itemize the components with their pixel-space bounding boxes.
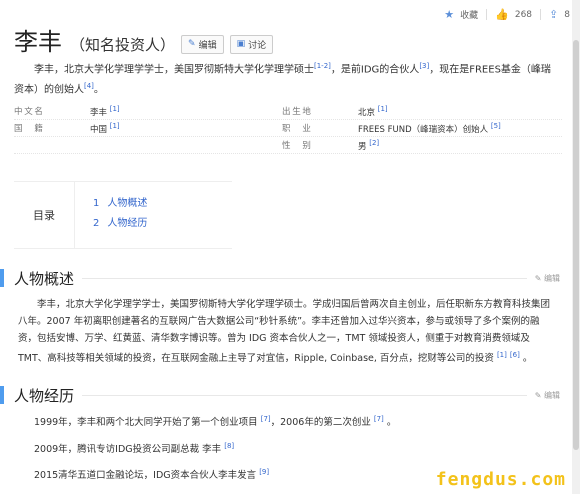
- share-count: 8: [564, 9, 570, 20]
- toc-item-overview[interactable]: 1 人物概述: [93, 194, 147, 214]
- reference-link[interactable]: [1]: [110, 105, 120, 113]
- info-row: 国 籍 中国 [1] 职 业 FREES FUND（峰瑞资本）创始人 [5]: [14, 120, 562, 137]
- reference-link[interactable]: [6]: [510, 351, 520, 359]
- page-title: 李丰: [14, 28, 62, 56]
- reference-link[interactable]: [3]: [419, 62, 429, 70]
- toc-list: 1 人物概述 2 人物经历: [75, 182, 147, 248]
- reference-link[interactable]: [8]: [224, 442, 234, 450]
- divider: [82, 277, 527, 279]
- info-key: 性 别: [282, 141, 313, 151]
- info-value: FREES FUND（峰瑞资本）创始人 [5]: [358, 121, 501, 135]
- favorite-label[interactable]: 收藏: [460, 8, 478, 21]
- star-icon[interactable]: ★: [444, 8, 454, 21]
- divider: [82, 394, 527, 396]
- info-value: 中国 [1]: [90, 121, 120, 135]
- thumbs-up-icon[interactable]: 👍: [495, 8, 509, 21]
- summary-text: 。: [93, 84, 104, 96]
- reference-link[interactable]: [9]: [259, 468, 269, 476]
- list-item: 2009年，腾讯专访IDG投资公司副总裁 李丰 [8]: [34, 441, 235, 455]
- section-accent-bar: [0, 269, 4, 287]
- info-row: 性 别 男 [2]: [14, 137, 562, 154]
- info-key: 职 业: [282, 124, 313, 134]
- info-value: 李丰 [1]: [90, 104, 120, 118]
- chat-icon: ▣: [236, 39, 246, 49]
- reference-link[interactable]: [1]: [378, 105, 388, 113]
- toc-label: 目录: [14, 182, 75, 248]
- info-value: 北京 [1]: [358, 104, 388, 118]
- title-row: 李丰 （知名投资人） ✎ 编辑 ▣ 讨论: [14, 22, 274, 58]
- overview-paragraph: 李丰，北京大学化学理学学士，美国罗彻斯特大学化学理学硕士。学成归国后曾两次自主创…: [18, 299, 551, 365]
- pencil-icon: ✎: [188, 39, 196, 49]
- section-edit-button[interactable]: ✎ 编辑: [535, 390, 560, 401]
- reference-link[interactable]: [7]: [374, 415, 384, 423]
- divider: [486, 9, 488, 20]
- reference-link[interactable]: [1]: [110, 122, 120, 130]
- like-count: 268: [514, 9, 533, 20]
- section-title: 人物概述: [14, 269, 75, 288]
- info-key: 出生地: [282, 107, 313, 117]
- summary-paragraph: 李丰，北京大学化学理学学士，美国罗彻斯特大学化学理学硕士[1-2]，是前IDG的…: [14, 58, 554, 99]
- page-subtitle: （知名投资人）: [70, 36, 176, 54]
- overview-text: 李丰，北京大学化学理学学士，美国罗彻斯特大学化学理学硕士。学成归国后曾两次自主创…: [18, 299, 551, 365]
- info-value: 男 [2]: [358, 138, 380, 152]
- list-item: 1999年，李丰和两个北大同学开始了第一个创业项目 [7]，2006年的第二次创…: [34, 414, 397, 428]
- top-actions: ★ 收藏 👍 268 ⇪ 8: [444, 8, 570, 21]
- section-header-overview: 人物概述 ✎ 编辑: [0, 268, 560, 288]
- scrollbar[interactable]: [572, 0, 580, 494]
- discuss-button[interactable]: ▣ 讨论: [229, 34, 274, 54]
- edit-button[interactable]: ✎ 编辑: [181, 34, 224, 54]
- reference-link[interactable]: [1-2]: [314, 62, 331, 70]
- info-key: 中文名: [14, 107, 45, 117]
- reference-link[interactable]: [4]: [84, 82, 94, 90]
- divider: [540, 9, 542, 20]
- watermark: fengdus.com: [435, 469, 566, 490]
- summary-text: ，是前IDG的合伙人: [330, 64, 420, 76]
- section-header-experience: 人物经历 ✎ 编辑: [0, 385, 560, 405]
- reference-link[interactable]: [7]: [261, 415, 271, 423]
- summary-text: 李丰，北京大学化学理学学士，美国罗彻斯特大学化学理学硕士: [34, 64, 314, 76]
- share-icon[interactable]: ⇪: [549, 8, 558, 21]
- info-key: 国 籍: [14, 124, 45, 134]
- section-title: 人物经历: [14, 386, 75, 405]
- reference-link[interactable]: [5]: [491, 122, 501, 130]
- section-edit-button[interactable]: ✎ 编辑: [535, 273, 560, 284]
- section-accent-bar: [0, 386, 4, 404]
- table-of-contents: 目录 1 人物概述 2 人物经历: [14, 181, 232, 249]
- edit-label: 编辑: [198, 40, 217, 51]
- reference-link[interactable]: [2]: [369, 139, 379, 147]
- scrollbar-thumb[interactable]: [573, 40, 579, 450]
- discuss-label: 讨论: [248, 40, 267, 51]
- reference-link[interactable]: [1]: [497, 351, 507, 359]
- info-row: 中文名 李丰 [1] 出生地 北京 [1]: [14, 103, 562, 120]
- list-item: 2015清华五道口金融论坛，IDG资本合伙人李丰发言 [9]: [34, 467, 270, 481]
- basic-info-table: 中文名 李丰 [1] 出生地 北京 [1] 国 籍 中国 [1] 职 业 FRE…: [14, 103, 562, 154]
- toc-item-experience[interactable]: 2 人物经历: [93, 214, 147, 234]
